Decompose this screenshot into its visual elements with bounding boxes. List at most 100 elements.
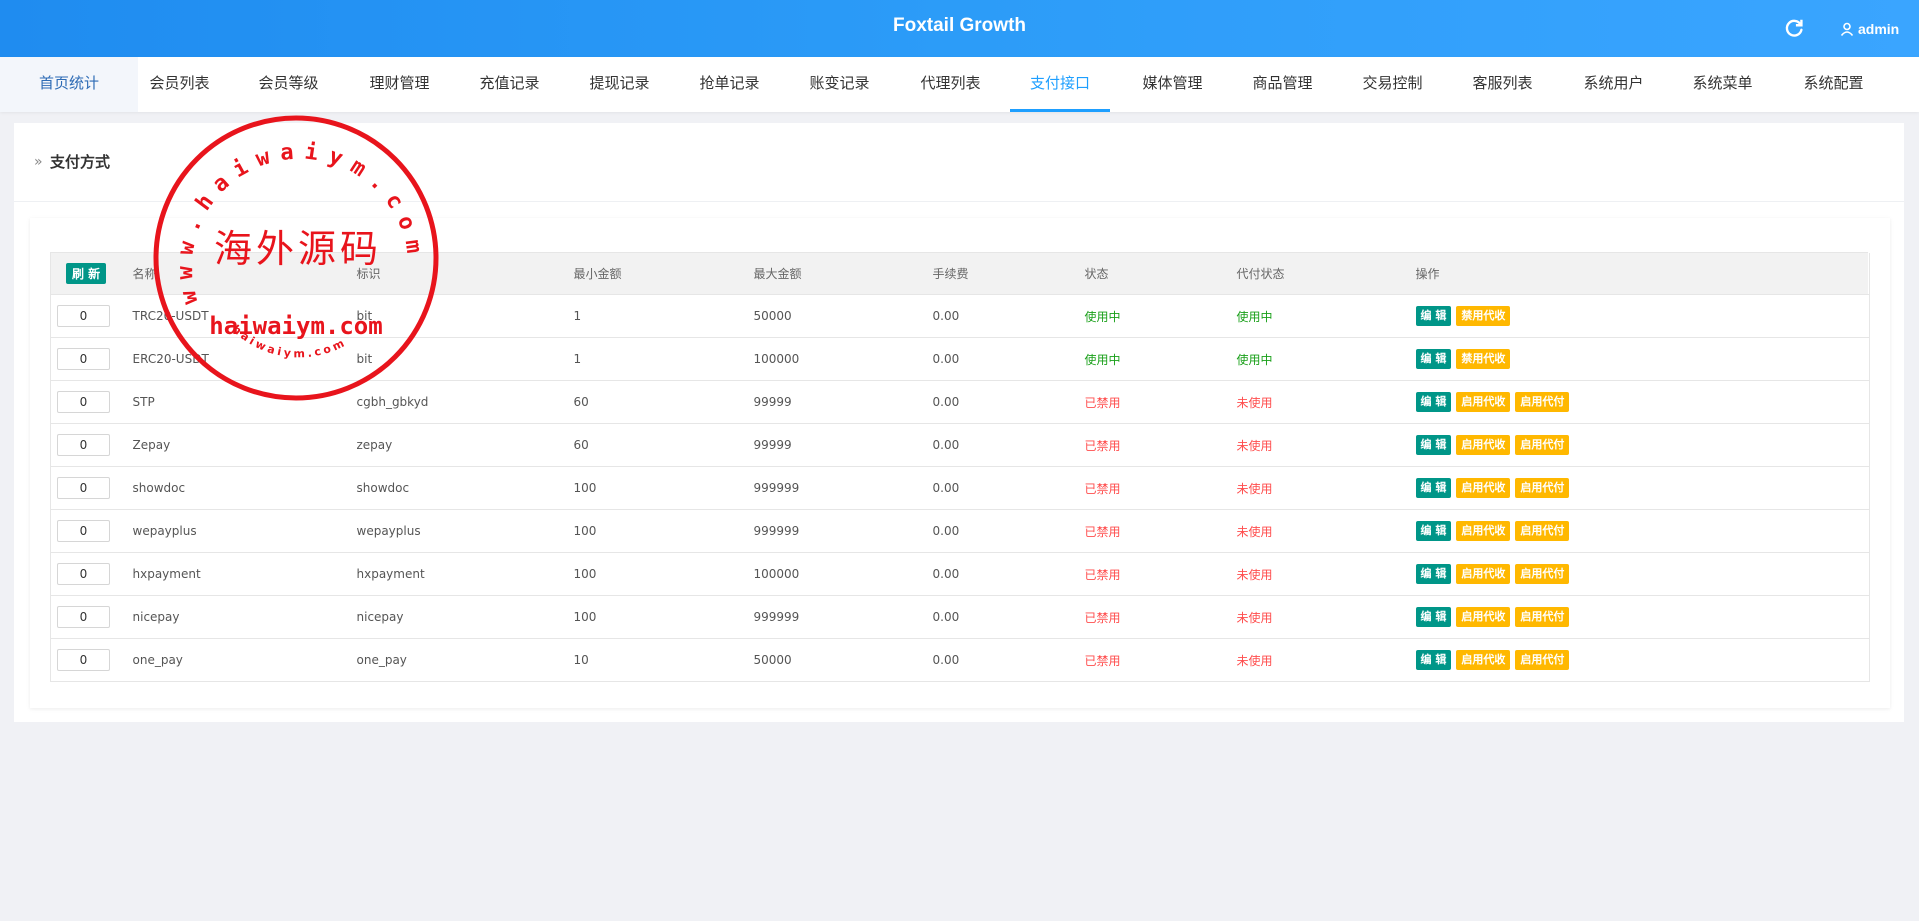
row-actions: 编 辑启用代收 启用代付 (1415, 595, 1869, 639)
enable-collect-button[interactable]: 启用代收 (1456, 478, 1511, 498)
cell-max: 100000 (753, 337, 933, 381)
top-header: Foxtail Growth admin (0, 0, 1919, 57)
cell-code: bit (356, 337, 574, 381)
enable-pay-button[interactable]: 启用代付 (1515, 607, 1570, 627)
table-row: hxpaymenthxpayment1001000000.00已禁用未使用编 辑… (50, 552, 1870, 596)
nav-item-8[interactable]: 代理列表 (898, 57, 1003, 112)
cell-fee: 0.00 (932, 509, 1085, 553)
sort-input[interactable] (57, 563, 110, 585)
cell-max: 50000 (753, 294, 933, 338)
nav-item-11[interactable]: 商品管理 (1230, 57, 1335, 112)
col-actions: 操作 (1415, 252, 1869, 295)
col-fee: 手续费 (932, 252, 1085, 295)
col-min: 最小金额 (573, 252, 754, 295)
row-actions: 编 辑启用代收 启用代付 (1415, 466, 1869, 510)
sort-input[interactable] (57, 434, 110, 456)
app-title: Foxtail Growth (893, 15, 1026, 36)
sort-input[interactable] (57, 606, 110, 628)
edit-button[interactable]: 编 辑 (1415, 349, 1452, 369)
cell-max: 100000 (753, 552, 933, 596)
main-nav: 首页统计 会员列表 会员等级 理财管理 充值记录 提现记录 抢单记录 账变记录 代理列表 支付接口… (0, 57, 1919, 112)
cell-min: 1 (573, 294, 754, 338)
cell-max: 50000 (753, 638, 933, 682)
edit-button[interactable]: 编 辑 (1415, 435, 1452, 455)
cell-fee: 0.00 (932, 466, 1085, 510)
sort-input[interactable] (57, 649, 110, 671)
enable-collect-button[interactable]: 启用代收 (1456, 392, 1511, 412)
nav-item-10[interactable]: 媒体管理 (1120, 57, 1225, 112)
enable-collect-button[interactable]: 启用代收 (1456, 650, 1511, 670)
nav-item-5[interactable]: 提现记录 (567, 57, 672, 112)
col-name: 名称 (132, 252, 357, 295)
disable-collect-button[interactable]: 禁用代收 (1456, 349, 1511, 369)
col-pay-status: 代付状态 (1236, 252, 1416, 295)
disable-collect-button[interactable]: 禁用代收 (1456, 306, 1511, 326)
nav-item-13[interactable]: 客服列表 (1450, 57, 1555, 112)
nav-item-16[interactable]: 系统配置 (1781, 57, 1886, 112)
nav-item-9[interactable]: 支付接口 (1010, 57, 1110, 112)
cell-min: 100 (573, 595, 754, 639)
row-actions: 编 辑禁用代收 (1415, 337, 1869, 381)
status-badge: 已禁用 (1084, 380, 1237, 424)
nav-item-7[interactable]: 账变记录 (787, 57, 892, 112)
cell-min: 100 (573, 552, 754, 596)
sort-input[interactable] (57, 520, 110, 542)
enable-pay-button[interactable]: 启用代付 (1515, 521, 1570, 541)
enable-pay-button[interactable]: 启用代付 (1515, 478, 1570, 498)
enable-collect-button[interactable]: 启用代收 (1456, 521, 1511, 541)
nav-item-14[interactable]: 系统用户 (1561, 57, 1666, 112)
enable-collect-button[interactable]: 启用代收 (1456, 435, 1511, 455)
nav-item-1[interactable]: 会员列表 (127, 57, 232, 112)
nav-item-2[interactable]: 会员等级 (236, 57, 341, 112)
cell-name: nicepay (132, 595, 357, 639)
pay-status-badge: 使用中 (1236, 294, 1416, 338)
edit-button[interactable]: 编 辑 (1415, 306, 1452, 326)
enable-pay-button[interactable]: 启用代付 (1515, 435, 1570, 455)
sort-input[interactable] (57, 348, 110, 370)
status-badge: 已禁用 (1084, 466, 1237, 510)
nav-item-6[interactable]: 抢单记录 (677, 57, 782, 112)
col-max: 最大金额 (753, 252, 933, 295)
refresh-icon[interactable] (1784, 17, 1806, 39)
status-badge: 已禁用 (1084, 509, 1237, 553)
status-badge: 已禁用 (1084, 638, 1237, 682)
nav-item-12[interactable]: 交易控制 (1340, 57, 1445, 112)
user-menu[interactable]: admin (1840, 19, 1899, 39)
edit-button[interactable]: 编 辑 (1415, 564, 1452, 584)
enable-collect-button[interactable]: 启用代收 (1456, 607, 1511, 627)
cell-min: 100 (573, 509, 754, 553)
cell-fee: 0.00 (932, 552, 1085, 596)
nav-item-3[interactable]: 理财管理 (347, 57, 452, 112)
col-code: 标识 (356, 252, 574, 295)
enable-pay-button[interactable]: 启用代付 (1515, 392, 1570, 412)
sort-input[interactable] (57, 477, 110, 499)
enable-collect-button[interactable]: 启用代收 (1456, 564, 1511, 584)
edit-button[interactable]: 编 辑 (1415, 478, 1452, 498)
refresh-button[interactable]: 刷 新 (66, 263, 107, 284)
nav-item-4[interactable]: 充值记录 (457, 57, 562, 112)
nav-item-15[interactable]: 系统菜单 (1670, 57, 1775, 112)
table-row: wepaypluswepayplus1009999990.00已禁用未使用编 辑… (50, 509, 1870, 553)
cell-code: showdoc (356, 466, 574, 510)
cell-fee: 0.00 (932, 380, 1085, 424)
edit-button[interactable]: 编 辑 (1415, 650, 1452, 670)
cell-code: nicepay (356, 595, 574, 639)
sort-input[interactable] (57, 391, 110, 413)
enable-pay-button[interactable]: 启用代付 (1515, 564, 1570, 584)
sort-input[interactable] (57, 305, 110, 327)
nav-item-0[interactable]: 首页统计 (0, 57, 138, 112)
enable-pay-button[interactable]: 启用代付 (1515, 650, 1570, 670)
table-row: STPcgbh_gbkyd60999990.00已禁用未使用编 辑启用代收启用代… (50, 380, 1870, 424)
cell-code: hxpayment (356, 552, 574, 596)
col-status: 状态 (1084, 252, 1237, 295)
cell-min: 60 (573, 380, 754, 424)
table-row: nicepaynicepay1009999990.00已禁用未使用编 辑启用代收… (50, 595, 1870, 639)
edit-button[interactable]: 编 辑 (1415, 521, 1452, 541)
cell-max: 999999 (753, 595, 933, 639)
edit-button[interactable]: 编 辑 (1415, 392, 1452, 412)
cell-name: STP (132, 380, 357, 424)
pay-status-badge: 未使用 (1236, 466, 1416, 510)
cell-name: TRC20-USDT (132, 294, 357, 338)
edit-button[interactable]: 编 辑 (1415, 607, 1452, 627)
pay-status-badge: 使用中 (1236, 337, 1416, 381)
